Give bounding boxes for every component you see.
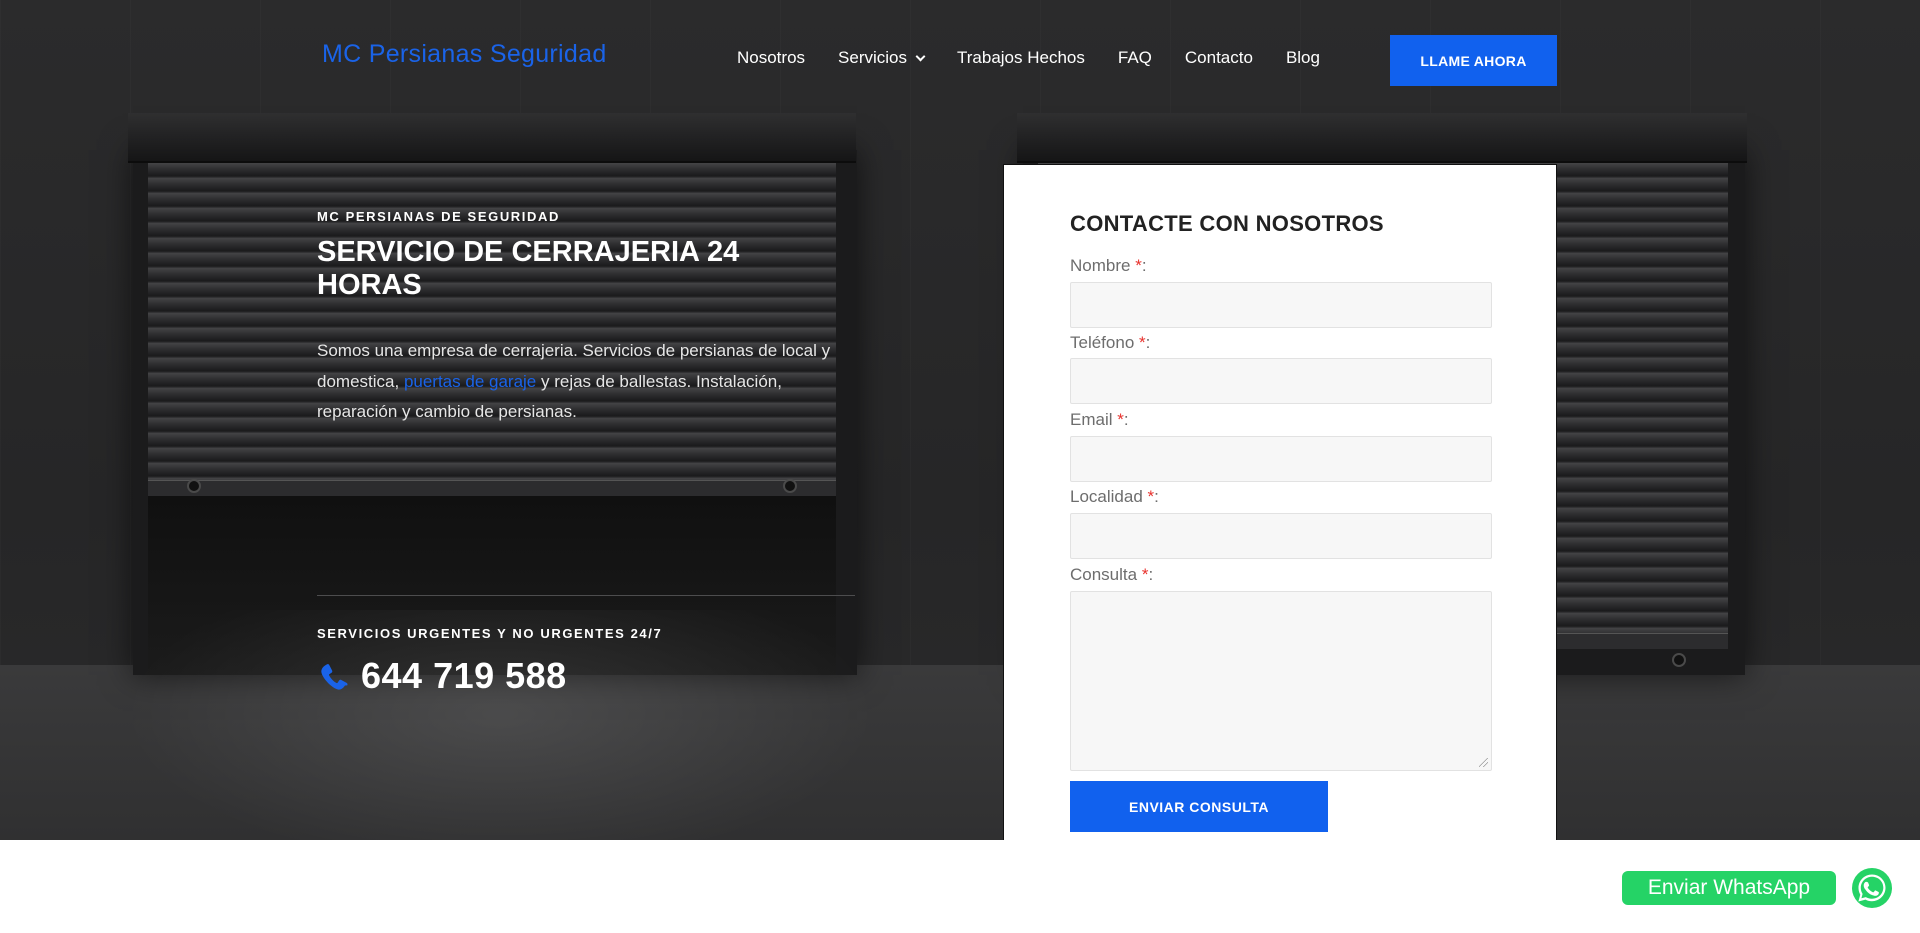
right-door-housing [1017,113,1747,163]
form-title: CONTACTE CON NOSOTROS [1070,211,1384,236]
required-marker: * [1135,256,1142,275]
urgent-services-label: SERVICIOS URGENTES Y NO URGENTES 24/7 [317,626,663,641]
label-colon: : [1123,410,1129,429]
nav-servicios[interactable]: Servicios [838,48,926,68]
phone-icon [321,664,348,690]
whatsapp-icon[interactable] [1850,866,1894,910]
name-field[interactable] [1070,282,1492,328]
submit-inquiry-button[interactable]: ENVIAR CONSULTA [1070,781,1328,832]
bolt-icon [1672,653,1686,667]
resize-handle-icon[interactable] [1479,758,1488,767]
label-colon: : [1141,256,1147,275]
phone-label: Teléfono *: [1070,333,1150,353]
nav-blog[interactable]: Blog [1286,48,1320,68]
name-label-text: Nombre [1070,256,1131,275]
hero-eyebrow: MC PERSIANAS DE SEGURIDAD [317,209,560,224]
email-label-text: Email [1070,410,1113,429]
required-marker: * [1139,333,1146,352]
left-door-bottom-bar [148,480,836,496]
whatsapp-button[interactable]: Enviar WhatsApp [1622,871,1836,905]
label-colon: : [1148,565,1154,584]
name-label: Nombre *: [1070,256,1147,276]
inquiry-textarea[interactable] [1070,591,1492,771]
nav-faq[interactable]: FAQ [1118,48,1152,68]
phone-number: 644 719 588 [361,655,567,696]
phone-contact[interactable]: 644 719 588 [317,655,567,697]
nav-contacto[interactable]: Contacto [1185,48,1253,68]
call-now-button[interactable]: LLAME AHORA [1390,35,1557,86]
floor-light [120,610,880,840]
locality-label: Localidad *: [1070,487,1159,507]
left-door-housing [128,113,856,163]
hero-intro: Somos una empresa de cerrajeria. Servici… [317,336,857,428]
chevron-down-icon [915,51,926,61]
bolt-icon [187,479,201,493]
label-colon: : [1154,487,1159,506]
hero-section [0,0,1920,840]
main-nav: Nosotros Servicios Trabajos Hechos FAQ C… [737,48,1353,68]
inquiry-label: Consulta *: [1070,565,1153,585]
label-colon: : [1145,333,1151,352]
site-logo[interactable]: MC Persianas Seguridad [322,40,607,69]
nav-trabajos-hechos[interactable]: Trabajos Hechos [957,48,1085,68]
phone-label-text: Teléfono [1070,333,1135,352]
locality-field[interactable] [1070,513,1492,559]
nav-nosotros[interactable]: Nosotros [737,48,805,68]
hero-divider [317,595,855,596]
email-field[interactable] [1070,436,1492,482]
email-label: Email *: [1070,410,1129,430]
phone-field[interactable] [1070,358,1492,404]
hero-headline: SERVICIO DE CERRAJERIA 24 HORAS [317,236,740,301]
contact-form: CONTACTE CON NOSOTROS Nombre *: Teléfono… [1003,164,1557,840]
required-marker: * [1117,410,1124,429]
locality-label-text: Localidad [1070,487,1143,506]
garage-doors-link[interactable]: puertas de garaje [404,372,536,391]
bolt-icon [783,479,797,493]
inquiry-label-text: Consulta [1070,565,1138,584]
nav-servicios-label: Servicios [838,48,907,67]
